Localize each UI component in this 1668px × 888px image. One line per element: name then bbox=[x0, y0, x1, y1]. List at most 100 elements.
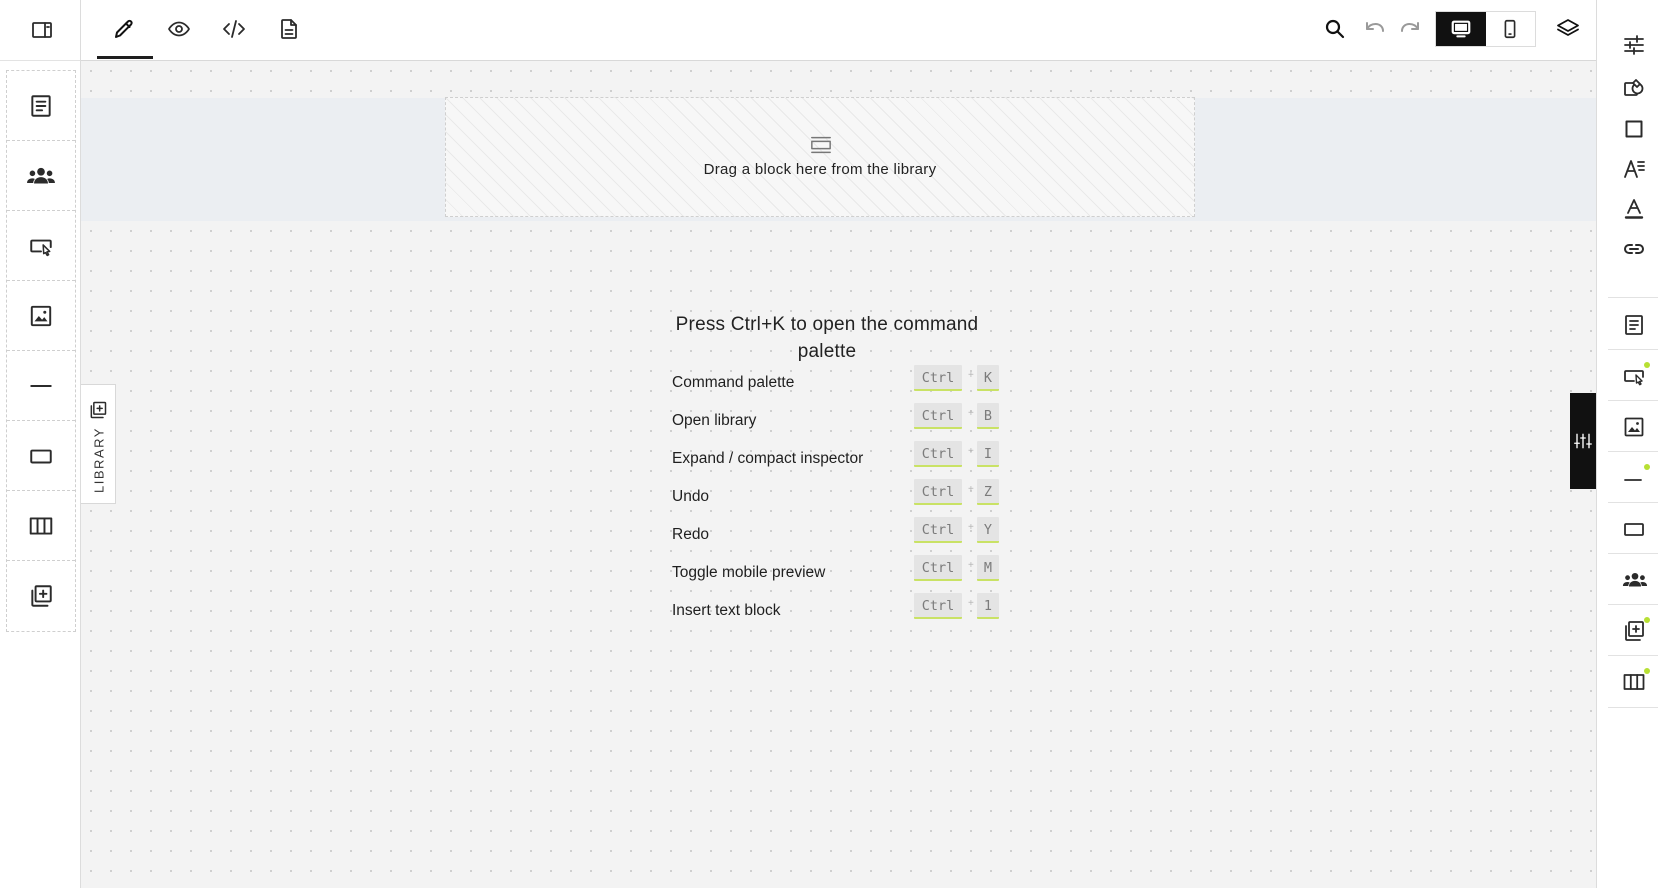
shortcut-key: I bbox=[977, 441, 999, 467]
sliders-icon bbox=[1622, 33, 1646, 57]
button-block-icon bbox=[28, 233, 54, 259]
group-block-icon bbox=[26, 163, 56, 189]
sidebar-divider bbox=[1608, 707, 1658, 708]
status-indicator-dot bbox=[1644, 617, 1650, 623]
right-inspector-sidebar bbox=[1596, 0, 1668, 888]
container-block-icon bbox=[1622, 517, 1646, 541]
link-icon bbox=[1622, 237, 1646, 261]
pencil-icon bbox=[112, 17, 136, 41]
sidebar-divider bbox=[1608, 297, 1658, 298]
shortcut-plus: + bbox=[968, 522, 974, 533]
shortcut-row: Expand / compact inspector Ctrl + I bbox=[672, 441, 1007, 479]
shortcut-plus: + bbox=[968, 370, 974, 381]
shortcut-modifier-key: Ctrl bbox=[914, 403, 962, 429]
block-item-divider[interactable] bbox=[7, 351, 75, 421]
image-block-icon bbox=[28, 303, 54, 329]
shortcut-row: Redo Ctrl + Y bbox=[672, 517, 1007, 555]
text-color-button[interactable] bbox=[1622, 197, 1646, 221]
undo-icon bbox=[1363, 17, 1387, 41]
block-item-button[interactable] bbox=[7, 211, 75, 281]
undo-button[interactable] bbox=[1363, 17, 1387, 41]
redo-button[interactable] bbox=[1398, 17, 1422, 41]
add-block-icon bbox=[88, 400, 108, 420]
tab-document[interactable] bbox=[277, 17, 301, 41]
block-item-columns[interactable] bbox=[7, 491, 75, 561]
layer-button-block[interactable] bbox=[1622, 364, 1646, 388]
block-drop-zone[interactable]: Drag a block here from the library bbox=[445, 97, 1195, 217]
add-block-icon bbox=[28, 583, 54, 609]
button-block-icon bbox=[1622, 364, 1646, 388]
group-block-icon bbox=[1622, 568, 1648, 592]
shortcut-key: M bbox=[977, 555, 999, 581]
border-icon bbox=[1622, 117, 1646, 141]
text-color-icon bbox=[1622, 197, 1646, 221]
sidebar-divider bbox=[1608, 553, 1658, 554]
device-toggle bbox=[1435, 11, 1536, 47]
layers-icon bbox=[1556, 17, 1580, 41]
shortcut-row: Toggle mobile preview Ctrl + M bbox=[672, 555, 1007, 593]
desktop-mode-button[interactable] bbox=[1436, 12, 1486, 46]
fill-color-button[interactable] bbox=[1622, 76, 1646, 100]
tab-edit[interactable] bbox=[112, 17, 136, 41]
block-item-group[interactable] bbox=[7, 141, 75, 211]
shortcut-plus: + bbox=[968, 560, 974, 571]
typography-button[interactable] bbox=[1622, 157, 1646, 181]
link-button[interactable] bbox=[1622, 237, 1646, 261]
block-item-text[interactable] bbox=[7, 71, 75, 141]
divider-block-icon bbox=[28, 373, 54, 399]
layer-image-block[interactable] bbox=[1622, 415, 1646, 439]
shortcut-plus: + bbox=[968, 408, 974, 419]
block-item-image[interactable] bbox=[7, 281, 75, 351]
shortcut-plus: + bbox=[968, 484, 974, 495]
shortcut-label: Toggle mobile preview bbox=[672, 564, 826, 581]
layer-container-block[interactable] bbox=[1622, 517, 1646, 541]
redo-icon bbox=[1398, 17, 1422, 41]
eye-icon bbox=[167, 17, 191, 41]
layer-group-block[interactable] bbox=[1622, 568, 1648, 592]
sidebar-divider bbox=[1608, 400, 1658, 401]
sidebar-divider bbox=[1608, 604, 1658, 605]
search-button[interactable] bbox=[1323, 17, 1347, 41]
status-indicator-dot bbox=[1644, 362, 1650, 368]
shortcut-key: Z bbox=[977, 479, 999, 505]
layer-text-block[interactable] bbox=[1622, 313, 1646, 337]
layers-button[interactable] bbox=[1556, 17, 1580, 41]
document-icon bbox=[277, 17, 301, 41]
shortcut-plus: + bbox=[968, 446, 974, 457]
shortcut-plus: + bbox=[968, 598, 974, 609]
shortcut-modifier-key: Ctrl bbox=[914, 479, 962, 505]
border-button[interactable] bbox=[1622, 117, 1646, 141]
shortcut-row: Open library Ctrl + B bbox=[672, 403, 1007, 441]
layer-divider-block[interactable] bbox=[1622, 466, 1646, 490]
shortcut-row: Undo Ctrl + Z bbox=[672, 479, 1007, 517]
shortcut-label: Expand / compact inspector bbox=[672, 450, 864, 467]
layer-columns-block[interactable] bbox=[1622, 670, 1646, 694]
layer-add-block[interactable] bbox=[1622, 619, 1646, 643]
library-tab[interactable]: LIBRARY bbox=[81, 384, 116, 504]
top-toolbar bbox=[81, 0, 1596, 61]
mobile-icon bbox=[1499, 18, 1521, 40]
mobile-mode-button[interactable] bbox=[1486, 12, 1536, 46]
block-item-container[interactable] bbox=[7, 421, 75, 491]
shortcut-modifier-key: Ctrl bbox=[914, 441, 962, 467]
editor-canvas[interactable]: Drag a block here from the library LIBRA… bbox=[81, 61, 1596, 888]
style-settings-button[interactable] bbox=[1622, 33, 1646, 57]
tab-code[interactable] bbox=[222, 17, 246, 41]
left-sidebar bbox=[0, 0, 81, 888]
tab-preview[interactable] bbox=[167, 17, 191, 41]
columns-block-icon bbox=[1622, 670, 1646, 694]
columns-block-icon bbox=[28, 513, 54, 539]
sidebar-panel-icon[interactable] bbox=[30, 18, 54, 42]
image-block-icon bbox=[1622, 415, 1646, 439]
block-item-add[interactable] bbox=[7, 561, 75, 631]
search-icon bbox=[1323, 17, 1347, 41]
inspector-toggle-button[interactable] bbox=[1570, 393, 1596, 489]
sidebar-divider bbox=[1608, 349, 1658, 350]
status-indicator-dot bbox=[1644, 464, 1650, 470]
shortcut-key: 1 bbox=[977, 593, 999, 619]
add-block-icon bbox=[1622, 619, 1646, 643]
shortcut-modifier-key: Ctrl bbox=[914, 555, 962, 581]
drop-zone-text: Drag a block here from the library bbox=[703, 161, 937, 178]
shortcut-row: Command palette Ctrl + K bbox=[672, 365, 1007, 403]
sidebar-divider bbox=[1608, 655, 1658, 656]
